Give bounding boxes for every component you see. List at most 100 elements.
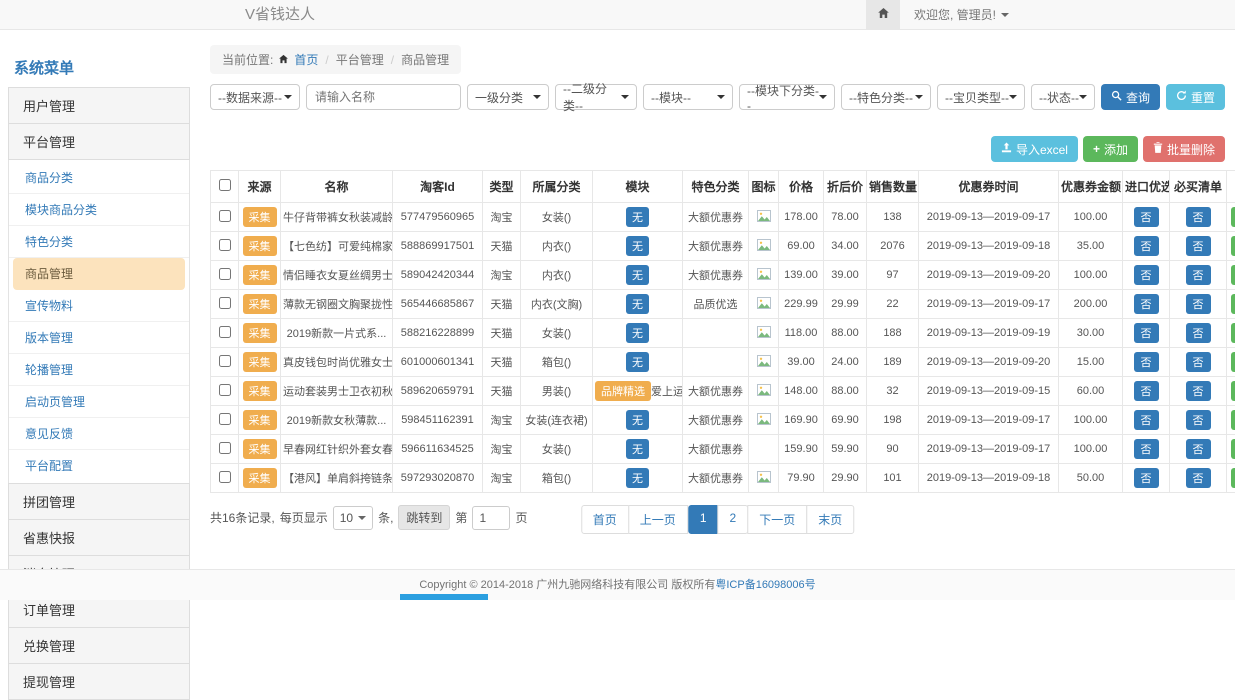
select-item-type[interactable]: --宝贝类型-- bbox=[937, 84, 1025, 110]
bottom-scrollbar-thumb[interactable] bbox=[400, 594, 488, 600]
sidebar-group-兑换管理[interactable]: 兑换管理 bbox=[8, 627, 190, 664]
import-select-toggle[interactable]: 否 bbox=[1134, 410, 1159, 430]
price: 148.00 bbox=[779, 377, 824, 406]
row-checkbox[interactable] bbox=[219, 326, 231, 338]
sidebar-item-商品管理[interactable]: 商品管理 bbox=[13, 258, 185, 290]
status-toggle[interactable]: 上架 bbox=[1231, 294, 1235, 314]
source-badge: 采集 bbox=[243, 207, 277, 227]
chevron-down-icon bbox=[533, 95, 541, 99]
add-button[interactable]: + 添加 bbox=[1083, 136, 1138, 162]
select-module[interactable]: --模块-- bbox=[643, 84, 733, 110]
sidebar-group-提现管理[interactable]: 提现管理 bbox=[8, 663, 190, 700]
import-select-toggle[interactable]: 否 bbox=[1134, 439, 1159, 459]
row-checkbox[interactable] bbox=[219, 297, 231, 309]
sidebar-item-启动页管理[interactable]: 启动页管理 bbox=[9, 386, 189, 418]
row-checkbox[interactable] bbox=[219, 355, 231, 367]
import-select-toggle[interactable]: 否 bbox=[1134, 265, 1159, 285]
must-buy-toggle[interactable]: 否 bbox=[1186, 294, 1211, 314]
sidebar-item-商品分类[interactable]: 商品分类 bbox=[9, 162, 189, 194]
import-select-toggle[interactable]: 否 bbox=[1134, 294, 1159, 314]
select-module-sub[interactable]: --模块下分类-- bbox=[739, 84, 835, 110]
user-menu[interactable]: 欢迎您, 管理员! bbox=[914, 6, 1009, 23]
must-buy-toggle[interactable]: 否 bbox=[1186, 236, 1211, 256]
must-buy-toggle[interactable]: 否 bbox=[1186, 410, 1211, 430]
sidebar-group-省惠快报[interactable]: 省惠快报 bbox=[8, 519, 190, 556]
import-select-toggle[interactable]: 否 bbox=[1134, 352, 1159, 372]
import-select-toggle[interactable]: 否 bbox=[1134, 323, 1159, 343]
status-toggle[interactable]: 上架 bbox=[1231, 352, 1235, 372]
prev-page-button[interactable]: 上一页 bbox=[628, 505, 688, 534]
batch-delete-button[interactable]: 批量删除 bbox=[1143, 136, 1225, 162]
taoke-id: 589042420344 bbox=[393, 261, 483, 290]
import-select-toggle[interactable]: 否 bbox=[1134, 381, 1159, 401]
import-select-toggle[interactable]: 否 bbox=[1134, 236, 1159, 256]
last-page-button[interactable]: 末页 bbox=[806, 505, 854, 534]
home-button[interactable] bbox=[866, 0, 900, 29]
import-excel-button[interactable]: 导入excel bbox=[991, 136, 1078, 162]
must-buy-toggle[interactable]: 否 bbox=[1186, 381, 1211, 401]
coupon-time: 2019-09-13—2019-09-17 bbox=[919, 290, 1059, 319]
icp-link[interactable]: 粤ICP备16098006号 bbox=[715, 579, 815, 591]
select-level2-category[interactable]: --二级分类-- bbox=[555, 84, 637, 110]
select-data-source[interactable]: --数据来源-- bbox=[210, 84, 300, 110]
product-name: 【港风】单肩斜挎链条... bbox=[281, 464, 393, 493]
select-status[interactable]: --状态-- bbox=[1031, 84, 1095, 110]
sidebar-item-模块商品分类[interactable]: 模块商品分类 bbox=[9, 194, 189, 226]
module-cell: 无 bbox=[593, 406, 683, 435]
select-all-checkbox[interactable] bbox=[219, 179, 231, 191]
must-buy-toggle[interactable]: 否 bbox=[1186, 352, 1211, 372]
sidebar-group-users[interactable]: 用户管理 bbox=[8, 87, 190, 124]
sidebar-group-platform[interactable]: 平台管理 bbox=[8, 123, 190, 160]
first-page-button[interactable]: 首页 bbox=[581, 505, 629, 534]
row-checkbox[interactable] bbox=[219, 210, 231, 222]
must-buy-toggle[interactable]: 否 bbox=[1186, 323, 1211, 343]
breadcrumb-home-link[interactable]: 首页 bbox=[294, 51, 318, 68]
sidebar-item-平台配置[interactable]: 平台配置 bbox=[9, 450, 189, 481]
status-toggle[interactable]: 上架 bbox=[1231, 323, 1235, 343]
row-checkbox[interactable] bbox=[219, 239, 231, 251]
page-button-1[interactable]: 1 bbox=[688, 505, 719, 534]
name-search-input[interactable] bbox=[306, 84, 461, 110]
search-button[interactable]: 查询 bbox=[1101, 84, 1160, 110]
row-checkbox[interactable] bbox=[219, 442, 231, 454]
coupon-amount: 50.00 bbox=[1059, 464, 1123, 493]
import-select-toggle[interactable]: 否 bbox=[1134, 207, 1159, 227]
sidebar-item-轮播管理[interactable]: 轮播管理 bbox=[9, 354, 189, 386]
jump-button[interactable]: 跳转到 bbox=[398, 505, 450, 530]
row-checkbox[interactable] bbox=[219, 413, 231, 425]
page-number-input[interactable] bbox=[472, 506, 510, 530]
row-checkbox[interactable] bbox=[219, 471, 231, 483]
status-toggle[interactable]: 上架 bbox=[1231, 207, 1235, 227]
row-checkbox[interactable] bbox=[219, 384, 231, 396]
status-toggle[interactable]: 上架 bbox=[1231, 236, 1235, 256]
sidebar-item-宣传物料[interactable]: 宣传物料 bbox=[9, 290, 189, 322]
reset-button[interactable]: 重置 bbox=[1166, 84, 1225, 110]
per-page-select[interactable]: 10 bbox=[333, 506, 373, 530]
must-buy-toggle[interactable]: 否 bbox=[1186, 207, 1211, 227]
must-buy-toggle[interactable]: 否 bbox=[1186, 468, 1211, 488]
sidebar-item-版本管理[interactable]: 版本管理 bbox=[9, 322, 189, 354]
status-toggle[interactable]: 上架 bbox=[1231, 381, 1235, 401]
page-button-2[interactable]: 2 bbox=[718, 505, 749, 534]
sidebar-item-意见反馈[interactable]: 意见反馈 bbox=[9, 418, 189, 450]
must-buy-toggle[interactable]: 否 bbox=[1186, 265, 1211, 285]
module-cell: 无 bbox=[593, 464, 683, 493]
discount-price: 39.00 bbox=[824, 261, 867, 290]
status-toggle[interactable]: 上架 bbox=[1231, 265, 1235, 285]
status-toggle[interactable]: 上架 bbox=[1231, 468, 1235, 488]
coupon-time: 2019-09-13—2019-09-20 bbox=[919, 348, 1059, 377]
status-toggle[interactable]: 上架 bbox=[1231, 410, 1235, 430]
must-buy-toggle[interactable]: 否 bbox=[1186, 439, 1211, 459]
col-coupon-time: 优惠券时间 bbox=[919, 171, 1059, 203]
select-level1-category[interactable]: 一级分类 bbox=[467, 84, 549, 110]
discount-price: 29.90 bbox=[824, 464, 867, 493]
status-toggle[interactable]: 上架 bbox=[1231, 439, 1235, 459]
sidebar-group-拼团管理[interactable]: 拼团管理 bbox=[8, 483, 190, 520]
import-select-toggle[interactable]: 否 bbox=[1134, 468, 1159, 488]
feature-category: 大额优惠券 bbox=[683, 435, 749, 464]
select-feature-category[interactable]: --特色分类-- bbox=[841, 84, 931, 110]
sidebar-item-特色分类[interactable]: 特色分类 bbox=[9, 226, 189, 258]
next-page-button[interactable]: 下一页 bbox=[747, 505, 807, 534]
breadcrumb-level2: 商品管理 bbox=[401, 51, 449, 68]
row-checkbox[interactable] bbox=[219, 268, 231, 280]
